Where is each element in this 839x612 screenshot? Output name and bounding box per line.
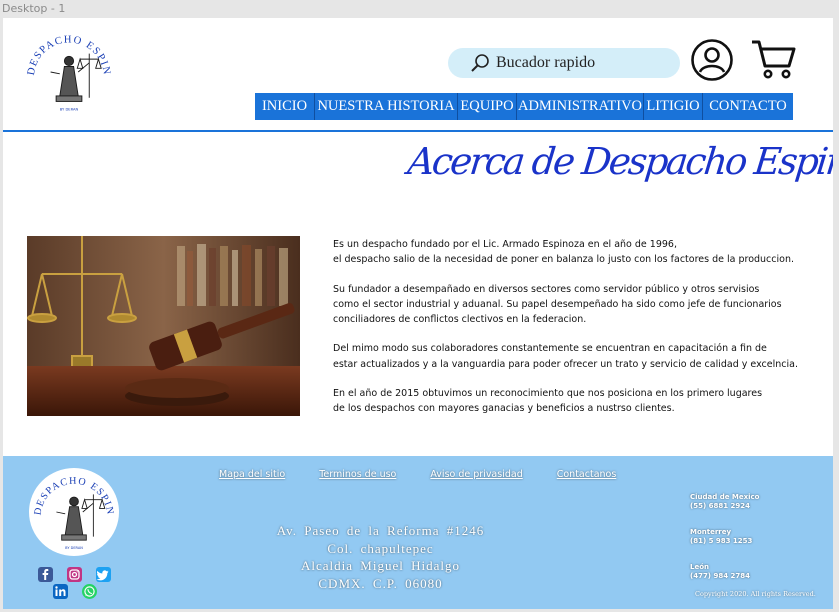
main-navigation: INICIO NUESTRA HISTORIA EQUIPO ADMINISTR…: [255, 93, 793, 120]
about-paragraph: En el año de 2015 obtuvimos un reconocim…: [333, 388, 763, 415]
about-paragraph: Su fundador a desempañado en diversos se…: [333, 283, 782, 326]
footer-logo[interactable]: DESPACHO ESPINOZA BY DERAN: [29, 468, 119, 556]
nav-administrativo[interactable]: ADMINISTRATIVO: [517, 93, 644, 120]
about-paragraph: Es un despacho fundado por el Lic. Armad…: [333, 239, 794, 266]
nav-litigio[interactable]: LITIGIO: [644, 93, 703, 120]
footer-link-terms[interactable]: Terminos de uso: [319, 469, 396, 480]
gavel-photo: [27, 236, 300, 416]
page-title: Acerca de Despacho Espinoza: [405, 140, 833, 183]
office-leon: León (477) 984 2784: [690, 563, 810, 581]
justice-logo-icon: DESPACHO ESPINOZA BY DERAN: [23, 26, 111, 112]
logo-tagline: BY DERAN: [65, 546, 83, 550]
office-phone[interactable]: (477) 984 2784: [690, 572, 810, 581]
user-account-icon[interactable]: [690, 38, 734, 82]
facebook-icon[interactable]: [38, 567, 53, 582]
address-line: Col. chapultepec: [327, 540, 434, 556]
site-footer: Mapa del sitio Terminos de uso Aviso de …: [3, 456, 833, 609]
nav-inicio[interactable]: INICIO: [255, 93, 315, 120]
office-cdmx: Ciudad de Mexico (55) 6881 2924: [690, 493, 810, 511]
justice-logo-icon: DESPACHO ESPINOZA BY DERAN: [29, 468, 114, 550]
shopping-cart-icon[interactable]: [750, 38, 796, 80]
office-phone[interactable]: (55) 6881 2924: [690, 502, 810, 511]
linkedin-icon[interactable]: [53, 584, 68, 599]
whatsapp-icon[interactable]: [82, 584, 97, 599]
footer-link-contact[interactable]: Contactanos: [557, 469, 617, 480]
nav-nuestra-historia[interactable]: NUESTRA HISTORIA: [315, 93, 458, 120]
footer-link-sitemap[interactable]: Mapa del sitio: [219, 469, 285, 480]
about-text: Es un despacho fundado por el Lic. Armad…: [333, 237, 803, 431]
office-city: Ciudad de Mexico: [690, 493, 760, 501]
nav-contacto[interactable]: CONTACTO: [703, 93, 793, 120]
search-icon: [471, 54, 489, 72]
header-divider: [3, 130, 833, 132]
search-input[interactable]: [496, 54, 666, 72]
office-phone[interactable]: (81) 5 983 1253: [690, 537, 810, 546]
logo-tagline: BY DERAN: [60, 108, 79, 112]
header-logo[interactable]: DESPACHO ESPINOZA BY DERAN: [23, 26, 115, 118]
office-address: Av. Paseo de la Reforma #1246 Col. chapu…: [273, 522, 488, 592]
address-line: Av. Paseo de la Reforma #1246: [276, 523, 485, 538]
about-paragraph: Del mimo modo sus colaboradores constant…: [333, 343, 798, 370]
twitter-icon[interactable]: [96, 567, 111, 582]
office-city: Monterrey: [690, 528, 732, 536]
quick-search[interactable]: [448, 48, 680, 78]
frame-label: Desktop - 1: [2, 2, 66, 15]
copyright: Copyright 2020. All rights Reserved.: [695, 590, 816, 598]
nav-equipo[interactable]: EQUIPO: [458, 93, 517, 120]
footer-links: Mapa del sitio Terminos de uso Aviso de …: [219, 469, 650, 480]
page: DESPACHO ESPINOZA BY DERAN: [3, 18, 833, 609]
instagram-icon[interactable]: [67, 567, 82, 582]
footer-link-privacy[interactable]: Aviso de privasidad: [430, 469, 522, 480]
office-monterrey: Monterrey (81) 5 983 1253: [690, 528, 810, 546]
office-phones: Ciudad de Mexico (55) 6881 2924 Monterre…: [690, 493, 810, 598]
address-line: Alcaldia Miguel Hidalgo: [301, 558, 460, 573]
address-line: CDMX. C.P. 06080: [318, 575, 443, 591]
office-city: León: [690, 563, 710, 571]
